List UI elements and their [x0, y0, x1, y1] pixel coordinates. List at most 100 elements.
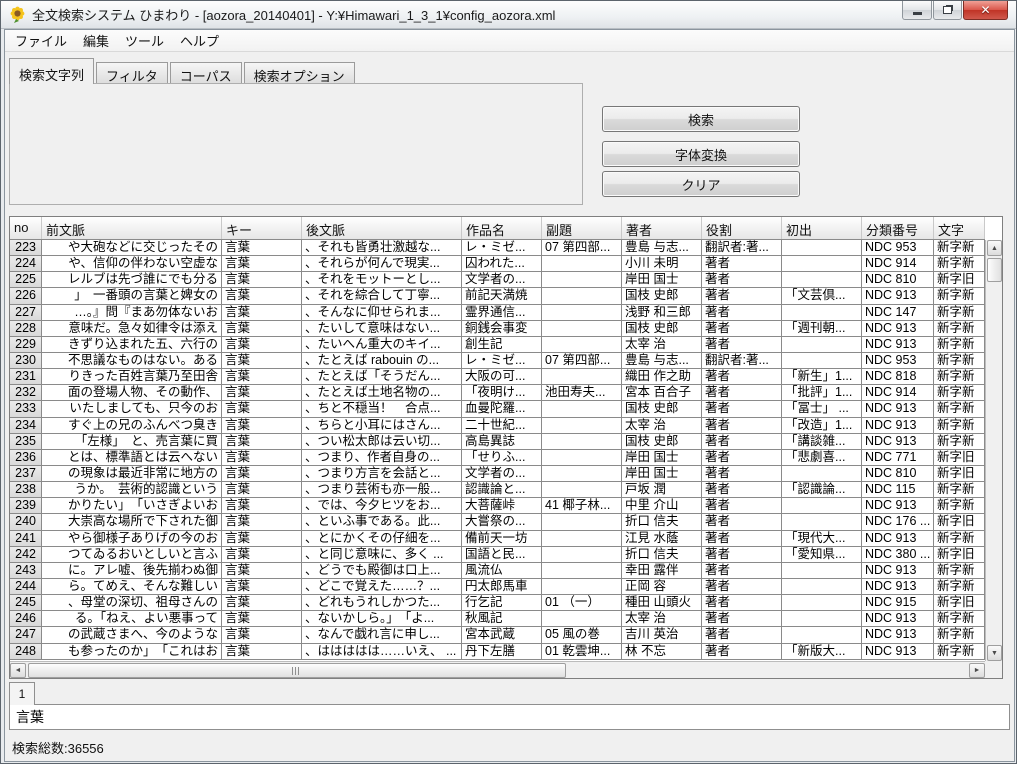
- cell-subtitle: 池田寿夫...: [542, 385, 622, 401]
- cell-subtitle: 07 第四部...: [542, 353, 622, 369]
- col-header-post-context[interactable]: 後文脈: [302, 217, 462, 239]
- col-header-work-title[interactable]: 作品名: [462, 217, 542, 239]
- table-row[interactable]: 240大崇高な場所で下された御言葉、といふ事である。此...大嘗祭の...折口 …: [10, 514, 985, 530]
- cell-role: 著者: [702, 305, 782, 321]
- cell-post-context: 、どこで覚えた……？...: [302, 579, 462, 595]
- menu-item-0[interactable]: ファイル: [7, 29, 75, 52]
- cell-work-title: 円太郎馬車: [462, 579, 542, 595]
- cell-no: 234: [10, 418, 42, 434]
- cell-first-publication: 「新版大...: [782, 644, 862, 660]
- sunflower-icon: [9, 6, 26, 23]
- cell-work-title: 「夜明け...: [462, 385, 542, 401]
- table-row[interactable]: 229きずり込まれた五、六行の言葉、たいへん重大のキイ...創生記太宰 治著者N…: [10, 337, 985, 353]
- cell-key: 言葉: [222, 256, 302, 272]
- menu-item-2[interactable]: ツール: [117, 29, 172, 52]
- menu-item-3[interactable]: ヘルプ: [172, 29, 227, 52]
- cell-ndc-number: NDC 914: [862, 385, 934, 401]
- table-row[interactable]: 234すぐ上の兄のふんべつ臭き言葉、ちらと小耳にはさん...二十世紀...太宰 …: [10, 418, 985, 434]
- cell-author: 岸田 国士: [622, 450, 702, 466]
- horizontal-scrollbar-thumb[interactable]: [28, 663, 566, 678]
- col-header-charset[interactable]: 文字: [934, 217, 985, 239]
- table-row[interactable]: 242つてゐるおいとしいと言ふ言葉、と同じ意味に、多く ...国語と民...折口…: [10, 547, 985, 563]
- minimize-icon: [913, 12, 922, 15]
- col-header-first-publication[interactable]: 初出: [782, 217, 862, 239]
- tab-strip: 検索文字列フィルタコーパス検索オプション: [9, 58, 357, 84]
- table-row[interactable]: 231りきった百姓言葉乃至田舎言葉、たとえば「そうだん...大阪の可...織田 …: [10, 369, 985, 385]
- col-header-subtitle[interactable]: 副題: [542, 217, 622, 239]
- table-row[interactable]: 224や、信仰の伴わない空虚な言葉、それらが何んで現実...囚われた...小川 …: [10, 256, 985, 272]
- tab-2[interactable]: コーパス: [170, 62, 242, 84]
- cell-role: 著者: [702, 514, 782, 530]
- cell-post-context: 、たとえば土地名物の...: [302, 385, 462, 401]
- cell-first-publication: 「冨士」 ...: [782, 401, 862, 417]
- result-set-tab-1[interactable]: 1: [9, 682, 35, 705]
- cell-post-context: 、たとえば rabouin の...: [302, 353, 462, 369]
- selected-key-field[interactable]: [9, 704, 1010, 730]
- scroll-right-icon[interactable]: ►: [969, 663, 985, 678]
- cell-subtitle: [542, 288, 622, 304]
- cell-first-publication: 「現代大...: [782, 531, 862, 547]
- close-button[interactable]: ✕: [963, 1, 1008, 20]
- cell-charset: 新字新: [934, 531, 985, 547]
- table-row[interactable]: 244ら。てめえ、そんな難しい言葉、どこで覚えた……？...円太郎馬車正岡 容著…: [10, 579, 985, 595]
- restore-button[interactable]: [933, 1, 962, 20]
- scroll-up-icon[interactable]: ▲: [987, 240, 1002, 256]
- scroll-left-icon[interactable]: ◄: [10, 663, 26, 678]
- cell-charset: 新字新: [934, 353, 985, 369]
- col-header-prev-context[interactable]: 前文脈: [42, 217, 222, 239]
- table-row[interactable]: 247の武蔵さまへ、今のような言葉、なんで戯れ言に申し...宮本武蔵05 風の巻…: [10, 627, 985, 643]
- table-row[interactable]: 223や大砲などに交じったその言葉、それも皆勇壮激越な...レ・ミゼ...07 …: [10, 240, 985, 256]
- cell-role: 翻訳者:著...: [702, 353, 782, 369]
- table-row[interactable]: 227…。』問『まあ勿体ないお言葉、そんなに仰せられま...霊界通信...浅野 …: [10, 305, 985, 321]
- cell-ndc-number: NDC 771: [862, 450, 934, 466]
- table-row[interactable]: 236とは、標準語とは云へない言葉、つまり、作者自身の...「せりふ...岸田 …: [10, 450, 985, 466]
- table-row[interactable]: 239かりたい」 「いさぎよいお言葉、では、今夕ヒツをお...大菩薩峠41 椰子…: [10, 498, 985, 514]
- table-row[interactable]: 228意味だ。急々如律令は添え言葉、たいして意味はない...銅銭会事変国枝 史郎…: [10, 321, 985, 337]
- cell-charset: 新字新: [934, 369, 985, 385]
- cell-key: 言葉: [222, 498, 302, 514]
- tab-3[interactable]: 検索オプション: [244, 62, 355, 84]
- table-row[interactable]: 230不思議なものはない。ある言葉、たとえば rabouin の...レ・ミゼ.…: [10, 353, 985, 369]
- col-header-author[interactable]: 著者: [622, 217, 702, 239]
- table-row[interactable]: 232面の登場人物、その動作、言葉、たとえば土地名物の...「夜明け...池田寿…: [10, 385, 985, 401]
- title-bar[interactable]: 全文検索システム ひまわり - [aozora_20140401] - Y:¥H…: [1, 1, 1016, 29]
- table-row[interactable]: 246る。「ねえ、よい悪事って言葉、ないかしら。」 「よ...秋風記太宰 治著者…: [10, 611, 985, 627]
- minimize-button[interactable]: [902, 1, 932, 20]
- col-header-key[interactable]: キー: [222, 217, 302, 239]
- cell-ndc-number: NDC 953: [862, 353, 934, 369]
- table-row[interactable]: 248も参ったのか」 「これはお言葉、ははははは……いえ、 ...丹下左膳01 …: [10, 644, 985, 660]
- search-button[interactable]: 検索: [602, 106, 800, 132]
- table-row[interactable]: 225レルブは先づ誰にでも分る言葉、それをモットーとし...文学者の...岸田 …: [10, 272, 985, 288]
- cell-role: 著者: [702, 401, 782, 417]
- table-row[interactable]: 238うか。 芸術的認識という言葉、つまり芸術も亦一般...認識論と...戸坂 …: [10, 482, 985, 498]
- table-row[interactable]: 226」 一番頭の言葉と婢女の言葉、それを綜合して丁寧...前記天満焼国枝 史郎…: [10, 288, 985, 304]
- col-header-no[interactable]: no: [10, 217, 42, 239]
- col-header-role[interactable]: 役割: [702, 217, 782, 239]
- cell-ndc-number: NDC 913: [862, 321, 934, 337]
- cell-prev-context: 不思議なものはない。ある: [42, 353, 222, 369]
- horizontal-scrollbar[interactable]: ◄ ►: [10, 661, 985, 678]
- menu-item-1[interactable]: 編集: [75, 29, 117, 52]
- cell-key: 言葉: [222, 644, 302, 660]
- cell-prev-context: うか。 芸術的認識という: [42, 482, 222, 498]
- table-row[interactable]: 235「左様」 と、売言葉に買言葉、つい松太郎は云い切...高島異誌国枝 史郎著…: [10, 434, 985, 450]
- table-row[interactable]: 241やら御様子ありげの今のお言葉、とにかくその仔細を...備前天一坊江見 水蔭…: [10, 531, 985, 547]
- font-convert-button[interactable]: 字体変換: [602, 141, 800, 167]
- cell-author: 戸坂 潤: [622, 482, 702, 498]
- tab-1[interactable]: フィルタ: [96, 62, 168, 84]
- table-row[interactable]: 237の現象は最近非常に地方の言葉、つまり方言を会話と...文学者の...岸田 …: [10, 466, 985, 482]
- cell-work-title: 丹下左膳: [462, 644, 542, 660]
- table-row[interactable]: 233いたしましても、只今のお言葉、ちと不穏当！ 合点...血曼陀羅...国枝 …: [10, 401, 985, 417]
- table-row[interactable]: 243に。アレ嘘、後先揃わぬ御言葉、どうでも殿御は口上...風流仏幸田 露伴著者…: [10, 563, 985, 579]
- tab-0[interactable]: 検索文字列: [9, 58, 94, 84]
- scroll-down-icon[interactable]: ▼: [987, 645, 1002, 661]
- cell-author: 江見 水蔭: [622, 531, 702, 547]
- table-row[interactable]: 245、母堂の深切、祖母さんの言葉、どれもうれしかつた...行乞記01 （一）種…: [10, 595, 985, 611]
- cell-subtitle: [542, 321, 622, 337]
- vertical-scrollbar[interactable]: ▲ ▼: [985, 240, 1002, 661]
- cell-role: 著者: [702, 450, 782, 466]
- col-header-ndc-number[interactable]: 分類番号: [862, 217, 934, 239]
- vertical-scrollbar-thumb[interactable]: [987, 258, 1002, 282]
- clear-button[interactable]: クリア: [602, 171, 800, 197]
- cell-first-publication: [782, 240, 862, 256]
